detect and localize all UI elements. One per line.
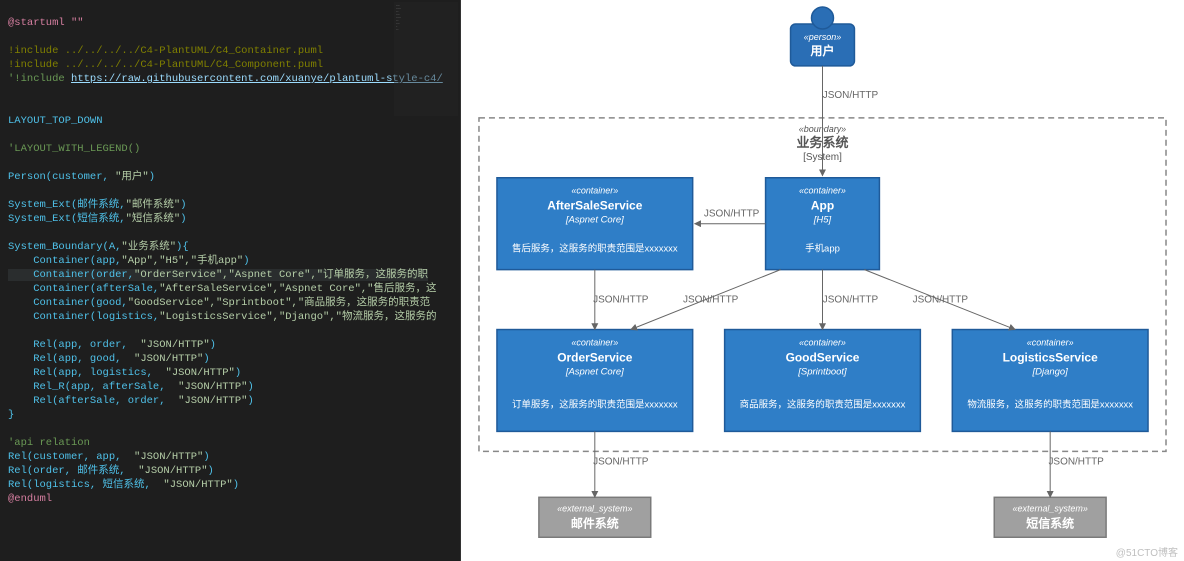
svg-text:[Aspnet Core]: [Aspnet Core] xyxy=(565,215,624,226)
code-line: LAYOUT_TOP_DOWN xyxy=(8,115,103,127)
code-line: Person(customer, xyxy=(8,171,115,183)
svg-text:App: App xyxy=(811,199,834,213)
svg-text:JSON/HTTP: JSON/HTTP xyxy=(823,295,879,306)
watermark: @51CTO博客 xyxy=(1116,544,1178,559)
code-line: !include ../../../../C4-PlantUML/C4_Cont… xyxy=(8,45,323,57)
svg-text:«container»: «container» xyxy=(799,338,846,348)
svg-text:[Django]: [Django] xyxy=(1032,366,1069,377)
svg-text:«container»: «container» xyxy=(799,186,846,196)
svg-text:JSON/HTTP: JSON/HTTP xyxy=(593,456,649,467)
svg-text:«external_system»: «external_system» xyxy=(1013,503,1088,513)
code-comment: 'api relation xyxy=(8,437,90,449)
svg-text:物流服务，这服务的职责范围是xxxxxxx: 物流服务，这服务的职责范围是xxxxxxx xyxy=(967,398,1133,410)
person-head-icon xyxy=(812,7,834,29)
code-line: 'LAYOUT_WITH_LEGEND() xyxy=(8,143,140,155)
svg-text:«container»: «container» xyxy=(571,338,618,348)
svg-text:LogisticsService: LogisticsService xyxy=(1003,350,1098,364)
svg-text:AfterSaleService: AfterSaleService xyxy=(547,199,642,213)
code-line: Rel(app, good, xyxy=(8,353,134,365)
code-line: Rel(app, order, xyxy=(8,339,140,351)
code-line: System_Ext(邮件系统, xyxy=(8,199,126,211)
svg-text:[Aspnet Core]: [Aspnet Core] xyxy=(565,366,624,377)
code-line: Container(app, xyxy=(8,255,121,267)
code-line: Container(afterSale, xyxy=(8,283,159,295)
code-line: Container(order, xyxy=(8,269,134,281)
svg-text:JSON/HTTP: JSON/HTTP xyxy=(683,295,739,306)
svg-text:[H5]: [H5] xyxy=(813,215,832,226)
svg-text:商品服务，这服务的职责范围是xxxxxxx: 商品服务，这服务的职责范围是xxxxxxx xyxy=(740,398,906,410)
svg-text:«person»: «person» xyxy=(804,32,841,42)
code-line: Container(good, xyxy=(8,297,128,309)
svg-text:JSON/HTTP: JSON/HTTP xyxy=(593,295,649,306)
code-line: System_Ext(短信系统, xyxy=(8,213,126,225)
svg-text:JSON/HTTP: JSON/HTTP xyxy=(823,90,879,101)
svg-text:OrderService: OrderService xyxy=(557,350,633,364)
svg-text:[Sprintboot]: [Sprintboot] xyxy=(797,366,847,377)
svg-text:JSON/HTTP: JSON/HTTP xyxy=(1048,456,1104,467)
code-line: System_Boundary(A, xyxy=(8,241,121,253)
code-line: @startuml "" xyxy=(8,17,84,29)
svg-text:«container»: «container» xyxy=(1027,338,1074,348)
code-line: Rel(customer, app, xyxy=(8,451,134,463)
code-line: } xyxy=(8,409,14,421)
code-line: @enduml xyxy=(8,493,52,505)
svg-text:邮件系统: 邮件系统 xyxy=(571,515,619,530)
svg-text:短信系统: 短信系统 xyxy=(1026,515,1074,530)
code-url[interactable]: https://raw.githubusercontent.com/xuanye… xyxy=(71,73,443,85)
svg-text:«container»: «container» xyxy=(571,186,618,196)
code-line: Rel(logistics, 短信系统, xyxy=(8,479,163,491)
code-line: Rel(app, logistics, xyxy=(8,367,166,379)
svg-text:售后服务，这服务的职责范围是xxxxxxx: 售后服务，这服务的职责范围是xxxxxxx xyxy=(512,243,678,255)
svg-text:«external_system»: «external_system» xyxy=(557,503,632,513)
code-line: !include ../../../../C4-PlantUML/C4_Comp… xyxy=(8,59,323,71)
c4-diagram: «boundary» 业务系统 [System] «person» 用户 JSO… xyxy=(461,0,1184,560)
code-line: Container(logistics, xyxy=(8,311,159,323)
svg-text:用户: 用户 xyxy=(810,43,835,58)
code-editor[interactable]: @startuml "" !include ../../../../C4-Pla… xyxy=(0,0,461,561)
svg-text:GoodService: GoodService xyxy=(786,350,860,364)
svg-text:JSON/HTTP: JSON/HTTP xyxy=(913,295,969,306)
svg-text:手机app: 手机app xyxy=(805,243,840,255)
svg-text:JSON/HTTP: JSON/HTTP xyxy=(704,209,760,220)
code-line: Rel(afterSale, order, xyxy=(8,395,178,407)
diagram-preview[interactable]: «boundary» 业务系统 [System] «person» 用户 JSO… xyxy=(461,0,1184,561)
code-line: Rel_R(app, afterSale, xyxy=(8,381,178,393)
minimap[interactable]: ▬▬▬▬▬▬▬▬▬▬▬▬▬▬▬▬▬▬▬▬▬▬▬▬ xyxy=(394,2,458,116)
code-line: '!include xyxy=(8,73,71,85)
code-line: Rel(order, 邮件系统, xyxy=(8,465,138,477)
svg-text:订单服务，这服务的职责范围是xxxxxxx: 订单服务，这服务的职责范围是xxxxxxx xyxy=(512,398,678,410)
